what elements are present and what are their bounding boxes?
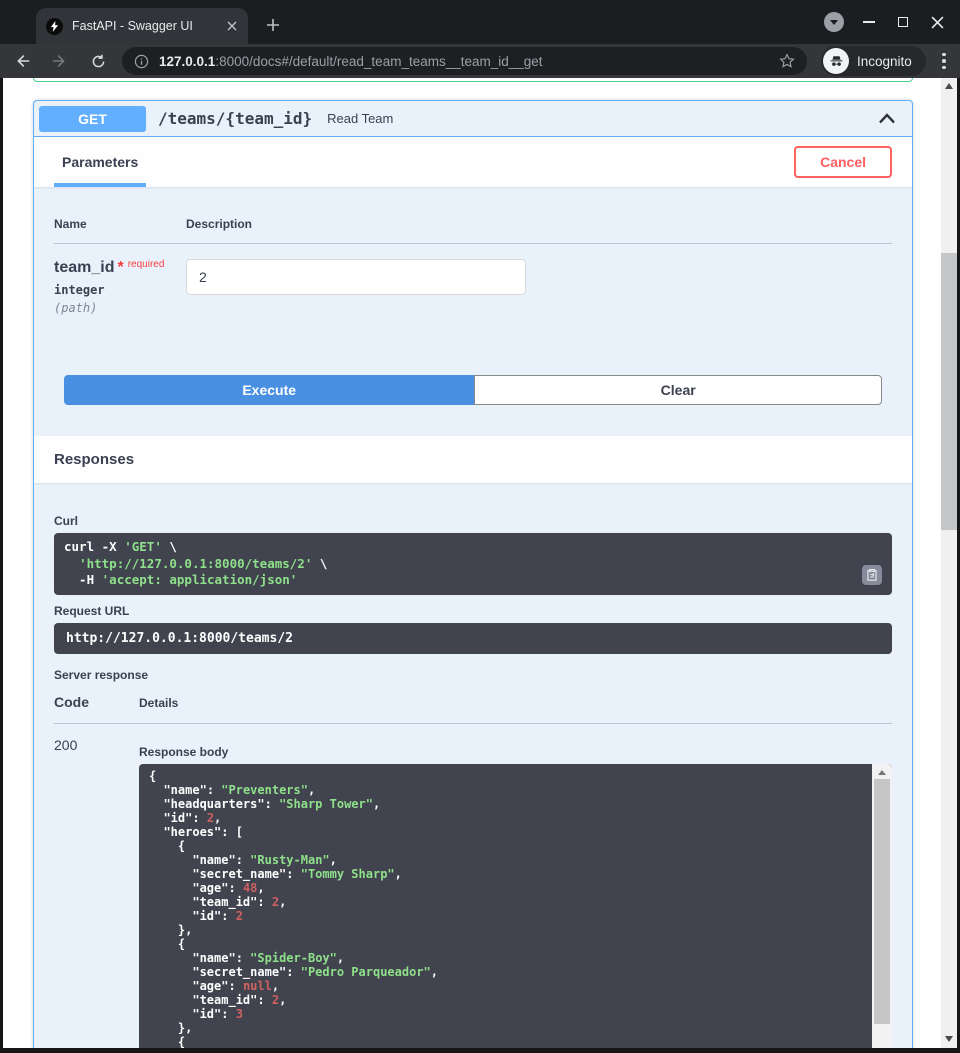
opblock-get-read-team: GET /teams/{team_id} Read Team Parameter… bbox=[33, 100, 913, 1048]
response-row: 200 Response body { "name": "Preventers"… bbox=[54, 724, 892, 1049]
browser-window: FastAPI - Swagger UI bbox=[0, 0, 960, 1053]
window-close-button[interactable] bbox=[920, 0, 954, 44]
code-header: Code bbox=[54, 694, 139, 710]
reload-button[interactable] bbox=[84, 47, 112, 75]
curl-block: curl -X 'GET' \ 'http://127.0.0.1:8000/t… bbox=[54, 533, 892, 595]
scrollbar-thumb[interactable] bbox=[874, 779, 890, 1024]
response-body-code: { "name": "Preventers", "headquarters": … bbox=[139, 764, 892, 1049]
responses-section-header: Responses bbox=[34, 436, 912, 483]
fastapi-favicon-icon bbox=[46, 18, 63, 35]
menu-icon[interactable] bbox=[936, 47, 952, 75]
page-scrollbar[interactable] bbox=[941, 78, 957, 1048]
required-asterisk: * bbox=[117, 259, 123, 276]
forward-button[interactable] bbox=[46, 47, 74, 75]
parameter-row: team_id*required integer (path) bbox=[54, 244, 892, 315]
incognito-label: Incognito bbox=[857, 54, 912, 69]
execute-wrapper: Execute Clear bbox=[64, 375, 882, 405]
endpoint-summary: Read Team bbox=[327, 111, 393, 126]
request-url-block: http://127.0.0.1:8000/teams/2 bbox=[54, 623, 892, 654]
request-url-label: Request URL bbox=[54, 604, 892, 618]
param-type: integer bbox=[54, 283, 186, 297]
incognito-badge: Incognito bbox=[821, 46, 926, 76]
curl-label: Curl bbox=[54, 514, 892, 528]
copy-to-clipboard-button[interactable] bbox=[862, 565, 882, 585]
responses-title: Responses bbox=[54, 451, 134, 468]
previous-opblock-edge[interactable] bbox=[33, 78, 913, 82]
server-response-label: Server response bbox=[54, 668, 892, 682]
incognito-icon bbox=[823, 48, 849, 74]
column-name-header: Name bbox=[54, 217, 186, 231]
page-scroll-up-icon[interactable] bbox=[945, 83, 953, 89]
page-frame: GET /teams/{team_id} Read Team Parameter… bbox=[0, 78, 960, 1053]
back-button[interactable] bbox=[8, 47, 36, 75]
swagger-page: GET /teams/{team_id} Read Team Parameter… bbox=[3, 78, 957, 1048]
clear-button[interactable]: Clear bbox=[474, 375, 882, 405]
new-tab-button[interactable] bbox=[260, 12, 286, 38]
browser-tab[interactable]: FastAPI - Swagger UI bbox=[36, 8, 248, 44]
tab-close-icon[interactable] bbox=[224, 18, 240, 34]
parameters-container: Name Description team_id*required intege… bbox=[34, 187, 912, 436]
cancel-button[interactable]: Cancel bbox=[794, 146, 892, 178]
response-body-label: Response body bbox=[139, 737, 892, 759]
tab-parameters[interactable]: Parameters bbox=[54, 137, 146, 187]
team-id-input[interactable] bbox=[186, 259, 526, 295]
bookmark-star-icon[interactable] bbox=[779, 53, 795, 69]
maximize-button[interactable] bbox=[886, 0, 920, 44]
endpoint-path: /teams/{team_id} bbox=[158, 109, 312, 128]
curl-code: curl -X 'GET' \ 'http://127.0.0.1:8000/t… bbox=[54, 533, 892, 595]
param-name: team_id*required bbox=[54, 259, 186, 277]
response-code: 200 bbox=[54, 737, 139, 1049]
site-info-icon[interactable] bbox=[134, 54, 149, 69]
details-header: Details bbox=[139, 696, 892, 710]
response-table-header: Code Details bbox=[54, 694, 892, 724]
window-titlebar: FastAPI - Swagger UI bbox=[0, 0, 960, 44]
minimize-button[interactable] bbox=[852, 0, 886, 44]
execute-button[interactable]: Execute bbox=[64, 375, 474, 405]
browser-update-icon[interactable] bbox=[824, 12, 844, 32]
required-label: required bbox=[128, 259, 165, 270]
method-badge: GET bbox=[39, 106, 146, 132]
parameters-section-header: Parameters Cancel bbox=[34, 137, 912, 187]
page-scroll-down-icon[interactable] bbox=[945, 1036, 953, 1042]
request-url-value: http://127.0.0.1:8000/teams/2 bbox=[54, 623, 892, 654]
response-body-scrollbar[interactable] bbox=[872, 764, 892, 1049]
responses-container: Curl curl -X 'GET' \ 'http://127.0.0.1:8… bbox=[34, 483, 912, 1048]
param-location: (path) bbox=[54, 301, 186, 315]
column-description-header: Description bbox=[186, 217, 892, 231]
browser-toolbar: 127.0.0.1:8000/docs#/default/read_team_t… bbox=[0, 44, 960, 78]
response-body-block: { "name": "Preventers", "headquarters": … bbox=[139, 764, 892, 1049]
page-scrollbar-thumb[interactable] bbox=[941, 253, 957, 530]
collapse-chevron-icon[interactable] bbox=[878, 113, 896, 124]
opblock-summary[interactable]: GET /teams/{team_id} Read Team bbox=[34, 101, 912, 137]
url-text: 127.0.0.1:8000/docs#/default/read_team_t… bbox=[159, 54, 779, 69]
scrollbar-up-icon[interactable] bbox=[878, 770, 886, 775]
tab-title: FastAPI - Swagger UI bbox=[72, 19, 224, 33]
url-bar[interactable]: 127.0.0.1:8000/docs#/default/read_team_t… bbox=[122, 47, 807, 75]
window-controls bbox=[824, 0, 954, 44]
